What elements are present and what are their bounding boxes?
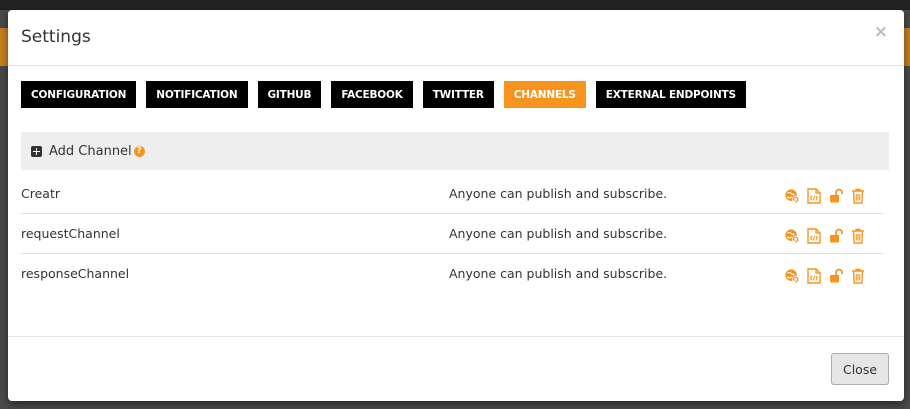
channel-permission: Anyone can publish and subscribe.	[449, 266, 668, 281]
modal-footer: Close	[8, 336, 904, 401]
close-button[interactable]: Close	[831, 353, 889, 385]
channel-list: Creatr Anyone can publish and subscribe.…	[21, 174, 883, 294]
trash-icon[interactable]	[850, 267, 866, 285]
question-circle-icon[interactable]: ?	[133, 145, 145, 157]
plus-square-icon[interactable]	[31, 145, 42, 157]
code-file-icon[interactable]	[806, 187, 822, 205]
add-channel-button[interactable]: Add Channel	[49, 144, 132, 159]
add-channel-bar: Add Channel ?	[21, 132, 889, 170]
tab-twitter[interactable]: TWITTER	[422, 81, 494, 108]
globe-refresh-icon[interactable]	[784, 187, 800, 205]
tab-notification[interactable]: NOTIFICATION	[146, 81, 248, 108]
channel-permission: Anyone can publish and subscribe.	[449, 186, 668, 201]
globe-refresh-icon[interactable]	[784, 267, 800, 285]
tab-external-endpoints[interactable]: EXTERNAL ENDPOINTS	[595, 81, 746, 108]
table-row: requestChannel Anyone can publish and su…	[21, 214, 883, 254]
globe-refresh-icon[interactable]	[784, 227, 800, 245]
backdrop-top	[0, 0, 910, 10]
row-actions	[784, 187, 866, 205]
tab-channels[interactable]: CHANNELS	[503, 81, 586, 108]
unlock-icon[interactable]	[828, 267, 844, 285]
row-actions	[784, 267, 866, 285]
code-file-icon[interactable]	[806, 267, 822, 285]
modal-header: Settings ×	[8, 10, 904, 66]
tab-facebook[interactable]: FACEBOOK	[331, 81, 413, 108]
settings-tabs: CONFIGURATION NOTIFICATION GITHUB FACEBO…	[21, 81, 746, 108]
close-icon[interactable]: ×	[874, 24, 888, 41]
unlock-icon[interactable]	[828, 227, 844, 245]
tab-configuration[interactable]: CONFIGURATION	[21, 81, 137, 108]
channel-name: Creatr	[21, 186, 60, 201]
channel-permission: Anyone can publish and subscribe.	[449, 226, 668, 241]
tab-github[interactable]: GITHUB	[257, 81, 322, 108]
settings-modal: Settings × CONFIGURATION NOTIFICATION GI…	[8, 10, 904, 401]
trash-icon[interactable]	[850, 227, 866, 245]
channel-name: requestChannel	[21, 226, 120, 241]
table-row: Creatr Anyone can publish and subscribe.	[21, 174, 883, 214]
row-actions	[784, 227, 866, 245]
code-file-icon[interactable]	[806, 227, 822, 245]
channel-name: responseChannel	[21, 266, 130, 281]
unlock-icon[interactable]	[828, 187, 844, 205]
modal-title: Settings	[21, 27, 91, 47]
trash-icon[interactable]	[850, 187, 866, 205]
table-row: responseChannel Anyone can publish and s…	[21, 254, 883, 294]
